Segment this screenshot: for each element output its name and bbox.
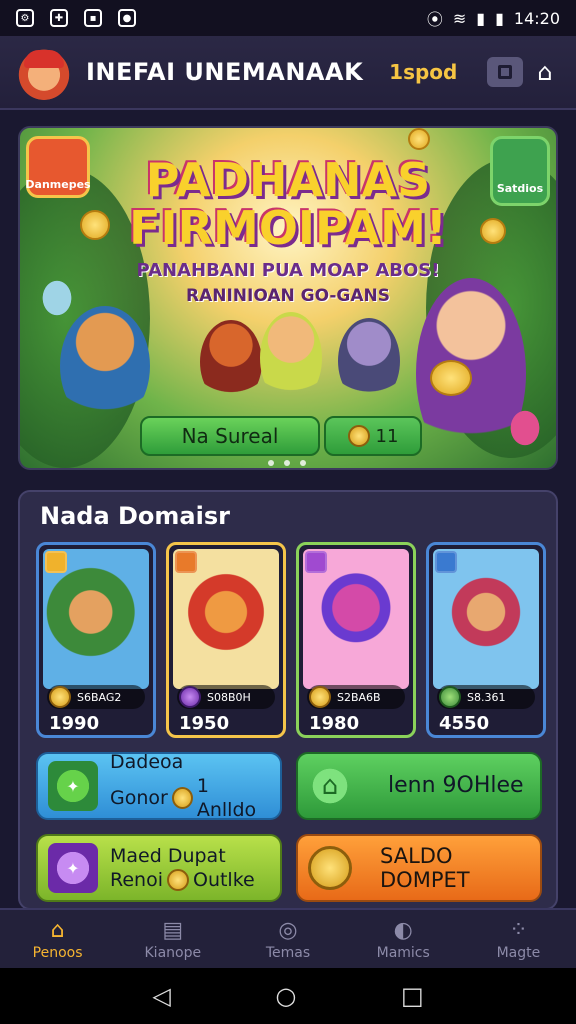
recents-icon[interactable]: □ [401, 982, 424, 1010]
star-badge-icon: ✦ [48, 761, 98, 811]
daily-bonus-button[interactable]: ✦ Dadeoa Gonor 1 Anlldo [36, 751, 282, 821]
coin-balance: 1spod [389, 60, 458, 84]
settings-button[interactable]: ⌂ [530, 57, 560, 87]
wifi-icon: ≋ [452, 8, 467, 28]
game-price: 4550 [439, 713, 490, 734]
game-tag-icon [45, 551, 67, 573]
game-tag-icon [435, 551, 457, 573]
character-fox [200, 320, 262, 404]
game-price: 1950 [179, 713, 230, 734]
coin-decoration [480, 218, 506, 244]
game-price: 1990 [49, 713, 100, 734]
coin-icon [308, 846, 352, 890]
game-card[interactable]: S8.361 4550 [426, 542, 546, 738]
wallet-button[interactable] [487, 57, 524, 87]
home-icon: ⌂ [50, 917, 65, 943]
character-racoon [338, 318, 400, 404]
image-notification-icon: ▪ [84, 9, 102, 27]
game-tag-icon [175, 551, 197, 573]
app-logo[interactable] [16, 44, 72, 100]
coin-icon [347, 425, 370, 447]
system-nav: ◁ ○ □ [0, 968, 576, 1024]
character-cat [260, 312, 322, 404]
signal-icon: ▮ [476, 8, 486, 28]
nav-item-target[interactable]: ◎ Temas [230, 910, 345, 968]
book-icon: ▤ [162, 917, 184, 943]
coin-decoration [80, 210, 110, 240]
character-small-left [32, 268, 82, 328]
carousel-dot[interactable] [268, 460, 274, 466]
game-card[interactable]: S08B0H 1950 [166, 542, 286, 738]
notification-icon: ⚙ [16, 9, 34, 27]
nav-item-globe[interactable]: ◐ Mamics [346, 910, 461, 968]
clock: 14:20 [513, 8, 560, 28]
carousel-dot[interactable] [300, 460, 306, 466]
character-small-right [500, 398, 550, 458]
game-chip: S6BAG2 [47, 685, 145, 709]
green-action-button[interactable]: ⌂ lenn 9OHlee [296, 752, 542, 820]
battery-icon: ▮ [495, 8, 504, 28]
house-icon: ⌂ [308, 764, 352, 808]
hero-primary-button[interactable]: Na Sureal [140, 416, 320, 456]
globe-icon: ◐ [393, 917, 413, 943]
nav-item-book[interactable]: ▤ Kianope [115, 910, 230, 968]
character-bear [60, 306, 150, 426]
games-panel: Nada Domaisr S6BAG2 1990 S08B0H 1950 S2B… [18, 490, 558, 910]
hero-banner[interactable]: Danmepes Satdios PADHANAS FIRMOIPAM! PAN… [18, 126, 558, 470]
gem-icon [179, 686, 201, 708]
nav-item-more[interactable]: ⁘ Magte [461, 910, 576, 968]
game-card[interactable]: S6BAG2 1990 [36, 542, 156, 738]
coin-icon [171, 787, 193, 809]
nav-item-home[interactable]: ⌂ Penoos [0, 910, 115, 968]
game-card[interactable]: S2BA6B 1980 [296, 542, 416, 738]
item-icon [439, 686, 461, 708]
vibrate-icon: ⦿ [426, 10, 443, 29]
top-up-button[interactable]: ✦ Maed Dupat Renoi Outlke [36, 834, 282, 902]
game-chip: S8.361 [437, 685, 535, 709]
coin-icon [166, 869, 189, 891]
carousel-dots[interactable] [268, 460, 306, 466]
carousel-dot[interactable] [284, 460, 290, 466]
target-icon: ◎ [278, 917, 298, 943]
hero-coin-button[interactable]: 11 [324, 416, 422, 456]
game-chip: S2BA6B [307, 685, 405, 709]
coin-icon [49, 686, 71, 708]
home-circle-icon[interactable]: ○ [275, 982, 296, 1010]
game-tag-icon [305, 551, 327, 573]
app-header: INEFAI UNEMANAAK 1spod ⌂ [0, 36, 576, 110]
settings-notification-icon: ✚ [50, 9, 68, 27]
game-chip: S08B0H [177, 685, 275, 709]
app-title: INEFAI UNEMANAAK [86, 58, 364, 86]
broom-icon: ⌂ [537, 58, 553, 86]
coin-icon [309, 686, 331, 708]
app-notification-icon: ● [118, 9, 136, 27]
coin-decoration [408, 128, 430, 150]
back-icon[interactable]: ◁ [152, 982, 170, 1010]
panel-title: Nada Domaisr [40, 502, 230, 530]
game-price: 1980 [309, 713, 360, 734]
coin-decoration [430, 360, 472, 396]
wallet-icon [498, 65, 513, 79]
saldo-dompet-button[interactable]: SALDO DOMPET [296, 834, 542, 902]
grid-icon: ⁘ [509, 917, 528, 943]
magic-star-icon: ✦ [48, 843, 98, 893]
status-bar: ⚙ ✚ ▪ ● ⦿ ≋ ▮ ▮ 14:20 [0, 0, 576, 36]
bottom-nav: ⌂ Penoos ▤ Kianope ◎ Temas ◐ Mamics ⁘ Ma… [0, 908, 576, 968]
